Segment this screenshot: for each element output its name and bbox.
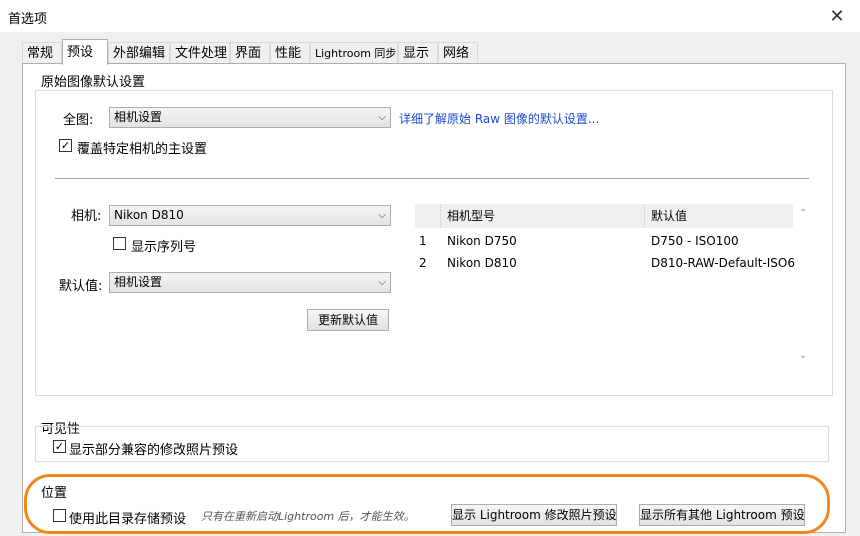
tab-presets[interactable]: 预设	[62, 39, 108, 65]
tab-external-editing[interactable]: 外部编辑	[108, 42, 170, 64]
divider	[55, 178, 809, 179]
default-label: 默认值:	[59, 279, 103, 294]
tab-performance[interactable]: 性能	[270, 42, 310, 64]
location-group-title: 位置	[41, 486, 68, 501]
camera-select[interactable]: Nikon D810 ⌵	[109, 205, 391, 226]
show-serial-checkbox[interactable]	[113, 237, 126, 250]
show-serial-label: 显示序列号	[131, 240, 197, 255]
tab-interface[interactable]: 界面	[230, 42, 270, 64]
table-cell-default[interactable]: D810-RAW-Default-ISO64	[651, 256, 795, 270]
update-default-button[interactable]: 更新默认值	[307, 309, 389, 331]
default-select-value: 相机设置	[114, 275, 163, 289]
store-presets-with-catalog-label: 使用此目录存储预设	[69, 512, 187, 527]
show-partially-compatible-checkbox[interactable]: ✓	[53, 440, 66, 453]
chevron-down-icon: ⌵	[378, 210, 386, 221]
close-icon[interactable]: ✕	[814, 0, 860, 32]
camera-defaults-table: 相机型号 默认值 1 Nikon D750 D750 - ISO100 2 Ni…	[415, 204, 811, 366]
global-select-value: 相机设置	[114, 110, 163, 124]
camera-select-value: Nikon D810	[114, 208, 184, 222]
restart-note: 只有在重新启动Lightroom 后，才能生效。	[201, 510, 415, 523]
table-header-index	[415, 204, 441, 228]
default-select[interactable]: 相机设置 ⌵	[109, 272, 391, 293]
override-camera-checkbox[interactable]: ✓	[59, 139, 72, 152]
title-bar: 首选项 ✕	[0, 0, 860, 32]
camera-label: 相机:	[71, 209, 102, 224]
table-row-index: 1	[419, 234, 427, 248]
table-header-model[interactable]: 相机型号	[441, 204, 645, 228]
scroll-up-icon[interactable]: ⌃	[799, 208, 807, 219]
table-cell-model[interactable]: Nikon D810	[447, 256, 517, 270]
chevron-down-icon: ⌵	[378, 277, 386, 288]
raw-defaults-learn-more-link[interactable]: 详细了解原始 Raw 图像的默认设置...	[399, 110, 599, 127]
tab-display[interactable]: 显示	[398, 42, 438, 64]
window-title: 首选项	[8, 12, 48, 27]
show-develop-presets-button[interactable]: 显示 Lightroom 修改照片预设	[451, 504, 617, 526]
tab-file-handling[interactable]: 文件处理	[170, 42, 230, 64]
tab-lightroom-sync[interactable]: Lightroom 同步	[310, 42, 398, 64]
tab-general[interactable]: 常规	[22, 42, 62, 64]
check-icon: ✓	[60, 139, 71, 152]
global-select[interactable]: 相机设置 ⌵	[109, 107, 391, 128]
global-label: 全图:	[63, 113, 94, 128]
check-icon: ✓	[54, 440, 65, 453]
table-row-index: 2	[419, 256, 427, 270]
scroll-down-icon[interactable]: ⌄	[799, 350, 807, 361]
raw-defaults-group-title: 原始图像默认设置	[41, 75, 146, 90]
store-presets-with-catalog-checkbox[interactable]	[53, 509, 66, 522]
show-other-presets-button[interactable]: 显示所有其他 Lightroom 预设	[639, 504, 805, 526]
override-camera-label: 覆盖特定相机的主设置	[77, 142, 208, 157]
show-partially-compatible-label: 显示部分兼容的修改照片预设	[69, 443, 239, 458]
table-cell-model[interactable]: Nikon D750	[447, 234, 517, 248]
chevron-down-icon: ⌵	[378, 112, 386, 123]
table-header-default[interactable]: 默认值	[645, 204, 793, 228]
tab-network[interactable]: 网络	[438, 42, 478, 64]
tab-lightroom-sync-label: Lightroom 同步	[315, 47, 397, 60]
presets-panel: 原始图像默认设置 全图: 相机设置 ⌵ 详细了解原始 Raw 图像的默认设置..…	[22, 63, 846, 533]
table-cell-default[interactable]: D750 - ISO100	[651, 234, 795, 248]
